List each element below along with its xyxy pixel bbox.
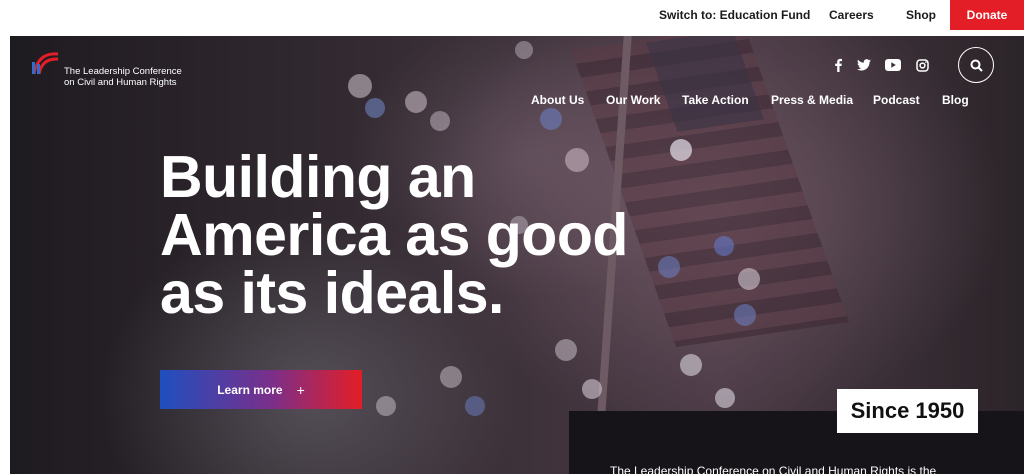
donate-button[interactable]: Donate	[950, 0, 1024, 30]
nav-our-work[interactable]: Our Work	[606, 93, 660, 107]
twitter-icon[interactable]	[856, 57, 872, 73]
hero-section: The Leadership Conference on Civil and H…	[10, 36, 1024, 474]
nav-take-action[interactable]: Take Action	[682, 93, 749, 107]
bokeh-light	[515, 41, 533, 59]
headline-line-1: Building an	[160, 144, 476, 210]
bokeh-light	[715, 388, 735, 408]
logo-line-2: on Civil and Human Rights	[64, 77, 177, 88]
logo-text: The Leadership Conference on Civil and H…	[64, 66, 182, 88]
bokeh-light	[405, 91, 427, 113]
site-logo[interactable]: The Leadership Conference on Civil and H…	[28, 46, 182, 88]
nav-about-us[interactable]: About Us	[531, 93, 584, 107]
search-button[interactable]	[958, 47, 994, 83]
headline-line-3: as its ideals.	[160, 260, 504, 326]
careers-link[interactable]: Careers	[829, 8, 874, 22]
nav-blog[interactable]: Blog	[942, 93, 969, 107]
bokeh-light	[555, 339, 577, 361]
education-fund-link[interactable]: Switch to: Education Fund	[659, 8, 810, 22]
nav-press-media[interactable]: Press & Media	[771, 93, 853, 107]
logo-arc-icon	[32, 52, 59, 75]
bokeh-light	[440, 366, 462, 388]
logo-line-1: The Leadership Conference	[64, 66, 182, 77]
instagram-icon[interactable]	[914, 57, 930, 73]
bokeh-light	[430, 111, 450, 131]
facebook-icon[interactable]	[830, 57, 846, 73]
bokeh-light	[540, 108, 562, 130]
learn-more-label: Learn more	[217, 382, 283, 397]
bokeh-light	[465, 396, 485, 416]
plus-icon: +	[296, 381, 305, 398]
bokeh-light	[348, 74, 372, 98]
bokeh-light	[680, 354, 702, 376]
bokeh-light	[376, 396, 396, 416]
search-icon	[970, 59, 983, 72]
hero-headline: Building an America as good as its ideal…	[160, 144, 660, 326]
shop-link[interactable]: Shop	[906, 8, 936, 22]
youtube-icon[interactable]	[884, 57, 902, 73]
since-badge: Since 1950	[837, 389, 978, 433]
nav-podcast[interactable]: Podcast	[873, 93, 920, 107]
learn-more-button[interactable]: Learn more +	[160, 370, 362, 409]
bokeh-light	[365, 98, 385, 118]
utility-bar: Switch to: Education Fund Careers Shop D…	[0, 0, 1024, 30]
intro-text: The Leadership Conference on Civil and H…	[610, 464, 937, 474]
headline-line-2: America as good	[160, 202, 628, 268]
